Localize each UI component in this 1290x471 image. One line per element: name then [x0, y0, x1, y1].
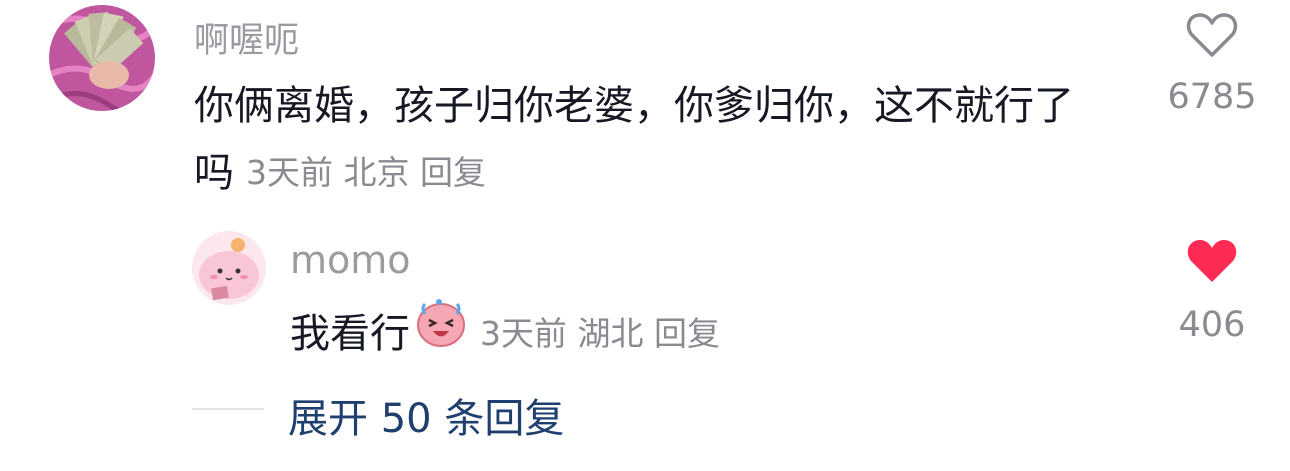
like-button[interactable] [1186, 12, 1238, 58]
comment-text-continued: 吗 [194, 150, 234, 196]
like-button[interactable] [1186, 238, 1238, 284]
comment-text: 我看行 [290, 311, 410, 357]
comment-text: 你俩离婚，孩子归你老婆，你爹归你，这不就行了 [194, 83, 1074, 129]
avatar[interactable] [192, 231, 266, 305]
expand-replies-button[interactable]: 展开 50 条回复 [288, 386, 564, 444]
comment-time: 3天前 [480, 314, 567, 353]
money-fan-avatar-icon [49, 5, 155, 111]
heart-outline-icon [1186, 13, 1238, 57]
like-count: 6785 [1167, 77, 1257, 117]
heart-filled-icon [1187, 240, 1237, 282]
like-count: 406 [1178, 305, 1246, 345]
comment-location: 湖北 [577, 314, 644, 353]
divider [192, 408, 264, 410]
username[interactable]: 啊喔呃 [194, 12, 299, 63]
laughing-tears-emoji-icon [415, 296, 467, 348]
avatar[interactable] [49, 5, 155, 111]
comment-location: 北京 [343, 153, 410, 192]
comment-time: 3天前 [246, 153, 333, 192]
comment-meta: 3天前 湖北 回复 [480, 307, 720, 355]
reply-button[interactable]: 回复 [420, 153, 486, 192]
comment-meta: 3天前 北京 回复 [246, 146, 486, 194]
username[interactable]: momo [290, 238, 411, 282]
reply-button[interactable]: 回复 [654, 314, 720, 353]
pink-blob-avatar-icon [192, 231, 266, 305]
